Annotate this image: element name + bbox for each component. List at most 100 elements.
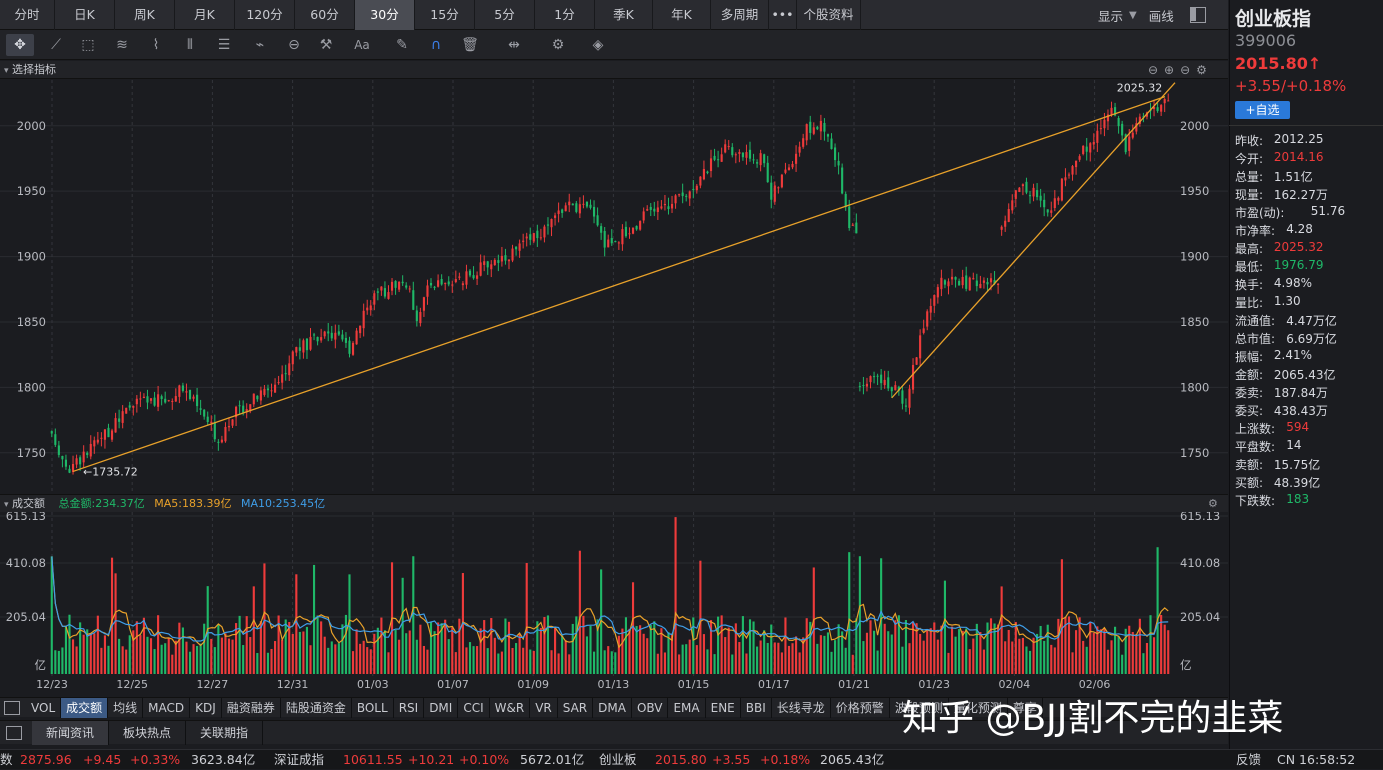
candle-body xyxy=(1039,195,1042,201)
candle-body xyxy=(795,153,798,164)
indicator-tab-1[interactable]: 成交额 xyxy=(61,698,109,718)
min-price-annotation: ←1735.72 xyxy=(83,465,138,478)
volume-bar xyxy=(235,623,238,674)
volume-bar xyxy=(334,644,337,674)
indicator-tab-7[interactable]: BOLL xyxy=(352,698,394,718)
indicator-toggle-icon[interactable] xyxy=(4,701,20,715)
volume-bar xyxy=(869,620,872,674)
volume-bar xyxy=(543,616,546,674)
indicator-tab-8[interactable]: RSI xyxy=(394,698,425,718)
index2-name[interactable]: 深证成指 xyxy=(274,750,324,770)
candle-body xyxy=(323,331,326,337)
volume-bar xyxy=(529,649,532,674)
candle-body xyxy=(50,431,53,434)
volume-bar xyxy=(656,653,659,674)
candle-body xyxy=(702,168,705,180)
quote-value: 2065.43亿 xyxy=(1273,368,1336,382)
candle-body xyxy=(192,396,195,399)
indicator-tab-15[interactable]: OBV xyxy=(632,698,669,718)
indicator-tab-10[interactable]: CCI xyxy=(458,698,490,718)
candle-body xyxy=(373,293,376,305)
candle-body xyxy=(649,206,652,210)
volume-bar xyxy=(1149,615,1152,674)
volume-bar xyxy=(128,635,131,674)
candle-body xyxy=(171,400,174,402)
candle-body xyxy=(1067,174,1071,176)
indicator-tab-4[interactable]: KDJ xyxy=(190,698,222,718)
indicator-tab-14[interactable]: DMA xyxy=(593,698,632,718)
indicator-tab-6[interactable]: 陆股通资金 xyxy=(281,698,352,718)
indicator-tab-3[interactable]: MACD xyxy=(143,698,191,718)
indicator-tab-16[interactable]: EMA xyxy=(668,698,706,718)
candle-body xyxy=(103,429,106,440)
candle-body xyxy=(440,278,443,285)
candle-body xyxy=(390,281,394,291)
volume-bar xyxy=(167,637,170,674)
index3-name[interactable]: 创业板 xyxy=(599,750,637,770)
volume-bar xyxy=(373,633,376,674)
indicator-tab-5[interactable]: 融资融券 xyxy=(222,698,281,718)
quote-value: 2025.32 xyxy=(1273,240,1324,254)
candle-body xyxy=(1011,200,1014,211)
indicator-tab-0[interactable]: VOL xyxy=(26,698,62,718)
quote-value: 4.28 xyxy=(1286,222,1313,236)
stock-price: 2015.80↑ xyxy=(1235,54,1322,73)
price-tick-label: 1950 xyxy=(17,184,46,198)
index1-name[interactable]: 数 xyxy=(0,750,13,770)
volume-bar xyxy=(851,654,854,674)
candle-body xyxy=(858,386,861,388)
volume-bar xyxy=(539,627,542,674)
volume-bar xyxy=(316,615,319,674)
candle-body xyxy=(571,203,574,206)
candle-body xyxy=(557,210,560,215)
volume-bar xyxy=(731,654,734,674)
volume-bar xyxy=(515,643,518,674)
candle-body xyxy=(118,418,121,422)
volume-bar xyxy=(780,652,783,674)
candle-body xyxy=(802,138,805,147)
candle-body xyxy=(327,331,330,334)
volume-bar xyxy=(486,648,489,674)
volume-bar xyxy=(100,647,103,674)
indicator-tab-13[interactable]: SAR xyxy=(558,698,594,718)
tab-related-futures[interactable]: 关联期指 xyxy=(186,720,264,745)
panel-toggle-icon[interactable] xyxy=(6,725,22,740)
candle-body xyxy=(968,277,971,291)
candle-body xyxy=(164,398,167,403)
add-watchlist-button[interactable]: +自选 xyxy=(1235,101,1290,119)
candle-body xyxy=(238,405,241,407)
feedback-button[interactable]: 反馈 xyxy=(1236,750,1261,770)
candle-body xyxy=(816,126,819,130)
volume-bar xyxy=(639,625,642,674)
volume-bar xyxy=(798,652,801,674)
tab-sector-hot[interactable]: 板块热点 xyxy=(109,720,187,745)
volume-bar xyxy=(231,639,234,674)
candle-body xyxy=(933,295,936,306)
indicator-tab-19[interactable]: 长线寻龙 xyxy=(772,698,831,718)
candle-body xyxy=(989,278,993,283)
volume-gear-icon[interactable]: ⚙ xyxy=(1208,495,1218,513)
candle-body xyxy=(809,121,812,133)
candle-body xyxy=(291,351,294,365)
volume-bar xyxy=(550,650,553,674)
indicator-tab-11[interactable]: W&R xyxy=(490,698,531,718)
volume-bar xyxy=(298,631,301,674)
volume-bar xyxy=(71,639,75,674)
indicator-tab-17[interactable]: ENE xyxy=(706,698,741,718)
candle-body xyxy=(242,405,245,413)
volume-bar xyxy=(624,617,628,674)
volume-bar xyxy=(748,619,752,674)
volume-title[interactable]: 成交额 xyxy=(12,497,45,510)
indicator-tab-9[interactable]: DMI xyxy=(424,698,459,718)
indicator-tab-20[interactable]: 价格预警 xyxy=(831,698,890,718)
indicator-tab-18[interactable]: BBI xyxy=(741,698,772,718)
indicator-tab-2[interactable]: 均线 xyxy=(108,698,144,718)
candle-body xyxy=(848,206,851,229)
chart-canvas[interactable]: 1750 1750 1800 1800 1850 1850 1900 1900 1950 1950… xyxy=(0,0,1228,697)
candle-body xyxy=(695,185,698,191)
indicator-tab-12[interactable]: VR xyxy=(530,698,558,718)
volume-bar xyxy=(745,653,748,674)
tab-news[interactable]: 新闻资讯 xyxy=(32,720,110,745)
volume-bar xyxy=(1128,625,1131,674)
volume-bar xyxy=(284,619,287,674)
